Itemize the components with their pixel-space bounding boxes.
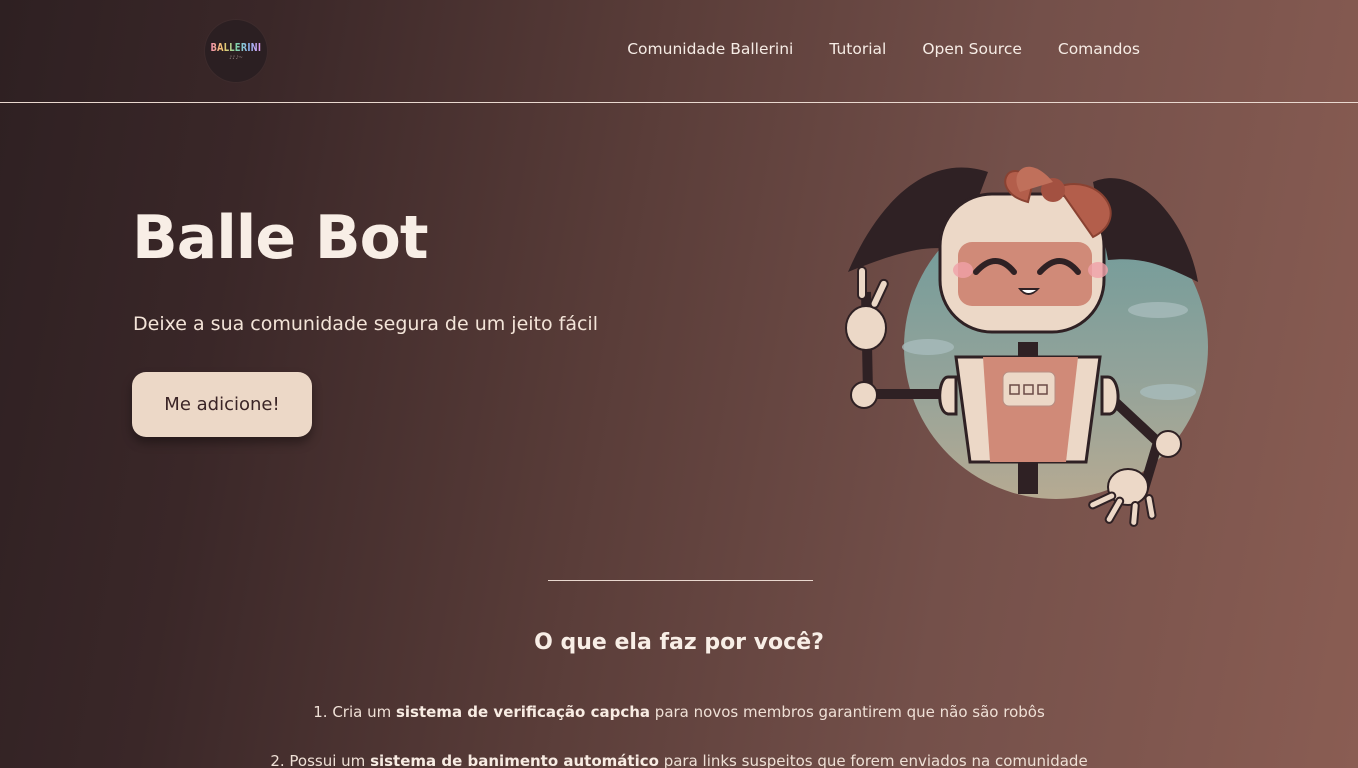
ballerini-logo[interactable]: BALLERINI ♪♪♪~: [205, 20, 267, 82]
feature-2-suffix: para links suspeitos que forem enviados …: [658, 752, 1088, 768]
logo-subtext: ♪♪♪~: [229, 55, 243, 61]
nav-link-open-source[interactable]: Open Source: [922, 40, 1022, 58]
feature-item: 1. Cria um sistema de verificação capcha…: [0, 703, 1358, 721]
feature-2-highlight: sistema de banimento automático: [370, 752, 659, 768]
nav-link-comunidade[interactable]: Comunidade Ballerini: [627, 40, 793, 58]
logo-text: BALLERINI: [210, 41, 262, 54]
section-divider: [548, 580, 813, 581]
feature-1-highlight: sistema de verificação capcha: [395, 703, 651, 721]
features-title: O que ela faz por você?: [534, 630, 824, 655]
add-bot-button[interactable]: Me adicione!: [132, 372, 312, 437]
feature-1-suffix: para novos membros garantirem que não sã…: [650, 703, 1045, 721]
nav-link-comandos[interactable]: Comandos: [1058, 40, 1140, 58]
feature-item: 2. Possui um sistema de banimento automá…: [0, 752, 1358, 768]
feature-2-prefix: 2. Possui um: [270, 752, 371, 768]
feature-1-prefix: 1. Cria um: [313, 703, 396, 721]
main-nav: Comunidade Ballerini Tutorial Open Sourc…: [627, 40, 1140, 58]
hero-title: Balle Bot: [132, 203, 429, 273]
hero-subtitle: Deixe a sua comunidade segura de um jeit…: [133, 313, 598, 335]
site-header: BALLERINI ♪♪♪~ Comunidade Ballerini Tuto…: [0, 0, 1358, 103]
nav-link-tutorial[interactable]: Tutorial: [829, 40, 886, 58]
robot-girl-illustration: [845, 166, 1208, 527]
